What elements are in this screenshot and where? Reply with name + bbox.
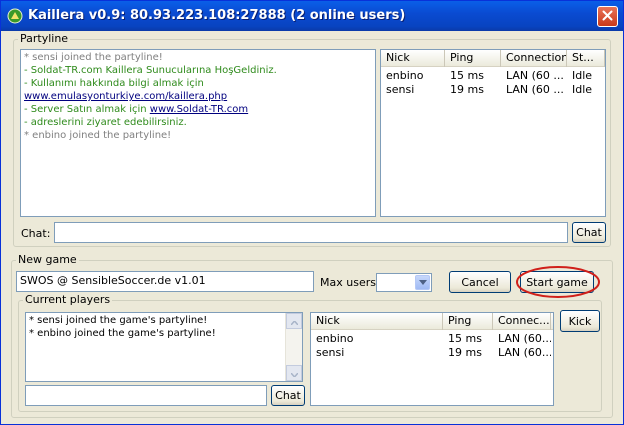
player-connection: LAN (60... <box>498 346 551 359</box>
users-list-header: Nick Ping Connection St... <box>381 50 605 67</box>
window-title: Kaillera v0.9: 80.93.223.108:27888 (2 on… <box>28 8 406 23</box>
player-nick: enbino <box>316 332 354 345</box>
highlight-circle <box>516 266 600 298</box>
column-ping[interactable]: Ping <box>445 50 501 67</box>
column-nick[interactable]: Nick <box>311 313 443 330</box>
column-nick[interactable]: Nick <box>381 50 445 67</box>
max-users-label: Max users: <box>320 276 380 289</box>
chat-line-text: - Server Satın almak için <box>24 104 150 115</box>
chat-line: - adreslerini ziyaret edebilirsiniz. <box>24 117 187 128</box>
chat-line: * sensi joined the game's partyline! <box>29 315 208 326</box>
close-button[interactable] <box>597 6 618 27</box>
user-row[interactable]: sensi 19 ms LAN (60 ... Idle <box>381 83 605 97</box>
max-users-select[interactable] <box>376 273 432 292</box>
game-name-field[interactable]: SWOS @ SensibleSoccer.de v1.01 <box>16 271 314 292</box>
players-list[interactable]: Nick Ping Connec... enbino 15 ms LAN (60… <box>310 312 554 406</box>
partyline-legend: Partyline <box>18 32 71 45</box>
scroll-up-button[interactable] <box>286 313 302 329</box>
close-icon <box>602 10 613 24</box>
scroll-down-button[interactable] <box>286 365 302 381</box>
new-game-group: New game SWOS @ SensibleSoccer.de v1.01 … <box>11 253 613 418</box>
players-list-header: Nick Ping Connec... <box>311 313 553 330</box>
kaillera-window: Kaillera v0.9: 80.93.223.108:27888 (2 on… <box>0 0 624 425</box>
chevron-down-icon[interactable] <box>415 275 430 290</box>
player-row[interactable]: enbino 15 ms LAN (60... <box>311 332 553 346</box>
cancel-button[interactable]: Cancel <box>449 271 511 293</box>
user-status: Idle <box>572 83 593 96</box>
chat-line: - Kullanımı hakkında bilgi almak için <box>24 78 204 89</box>
column-ping[interactable]: Ping <box>443 313 493 330</box>
user-ping: 15 ms <box>450 69 484 82</box>
partyline-chat-log[interactable]: * sensi joined the partyline! - Soldat-T… <box>20 49 376 217</box>
users-list[interactable]: Nick Ping Connection St... enbino 15 ms … <box>380 49 606 217</box>
game-chat-scrollbar[interactable] <box>285 313 302 381</box>
user-ping: 19 ms <box>450 83 484 96</box>
kick-button[interactable]: Kick <box>560 310 600 332</box>
player-connection: LAN (60... <box>498 332 551 345</box>
game-chat-input[interactable] <box>25 385 267 406</box>
chevron-up-icon <box>289 315 299 328</box>
player-row[interactable]: sensi 19 ms LAN (60... <box>311 346 553 360</box>
partyline-group: Partyline * sensi joined the partyline! … <box>13 32 611 247</box>
chat-line: * enbino joined the partyline! <box>24 130 172 141</box>
player-nick: sensi <box>316 346 345 359</box>
current-players-legend: Current players <box>23 293 113 306</box>
column-connection[interactable]: Connec... <box>493 313 551 330</box>
user-nick: sensi <box>386 83 415 96</box>
title-bar[interactable]: Kaillera v0.9: 80.93.223.108:27888 (2 on… <box>1 1 623 31</box>
column-status[interactable]: St... <box>567 50 605 67</box>
chat-link[interactable]: www.Soldat-TR.com <box>150 104 248 115</box>
game-chat-button[interactable]: Chat <box>271 385 305 406</box>
partyline-chat-button[interactable]: Chat <box>572 222 606 243</box>
user-row[interactable]: enbino 15 ms LAN (60 ... Idle <box>381 69 605 83</box>
game-chat-log[interactable]: * sensi joined the game's partyline! * e… <box>25 312 303 382</box>
kaillera-app-icon <box>7 8 23 24</box>
chat-label: Chat: <box>21 227 51 240</box>
chat-line: * enbino joined the game's partyline! <box>29 328 216 339</box>
user-status: Idle <box>572 69 593 82</box>
user-connection: LAN (60 ... <box>506 83 564 96</box>
user-nick: enbino <box>386 69 424 82</box>
chat-line: * sensi joined the partyline! <box>24 52 163 63</box>
player-ping: 15 ms <box>448 332 482 345</box>
column-connection[interactable]: Connection <box>501 50 567 67</box>
chat-link[interactable]: www.emulasyonturkiye.com/kaillera.php <box>24 90 372 103</box>
new-game-legend: New game <box>16 253 79 266</box>
partyline-chat-input[interactable] <box>54 222 568 243</box>
user-connection: LAN (60 ... <box>506 69 564 82</box>
chat-line: - Server Satın almak için www.Soldat-TR.… <box>24 103 372 116</box>
current-players-group: Current players * sensi joined the game'… <box>18 293 602 412</box>
chevron-down-icon <box>289 367 299 380</box>
player-ping: 19 ms <box>448 346 482 359</box>
chat-line: - Soldat-TR.com Kaillera Sunucularına Ho… <box>24 65 277 76</box>
